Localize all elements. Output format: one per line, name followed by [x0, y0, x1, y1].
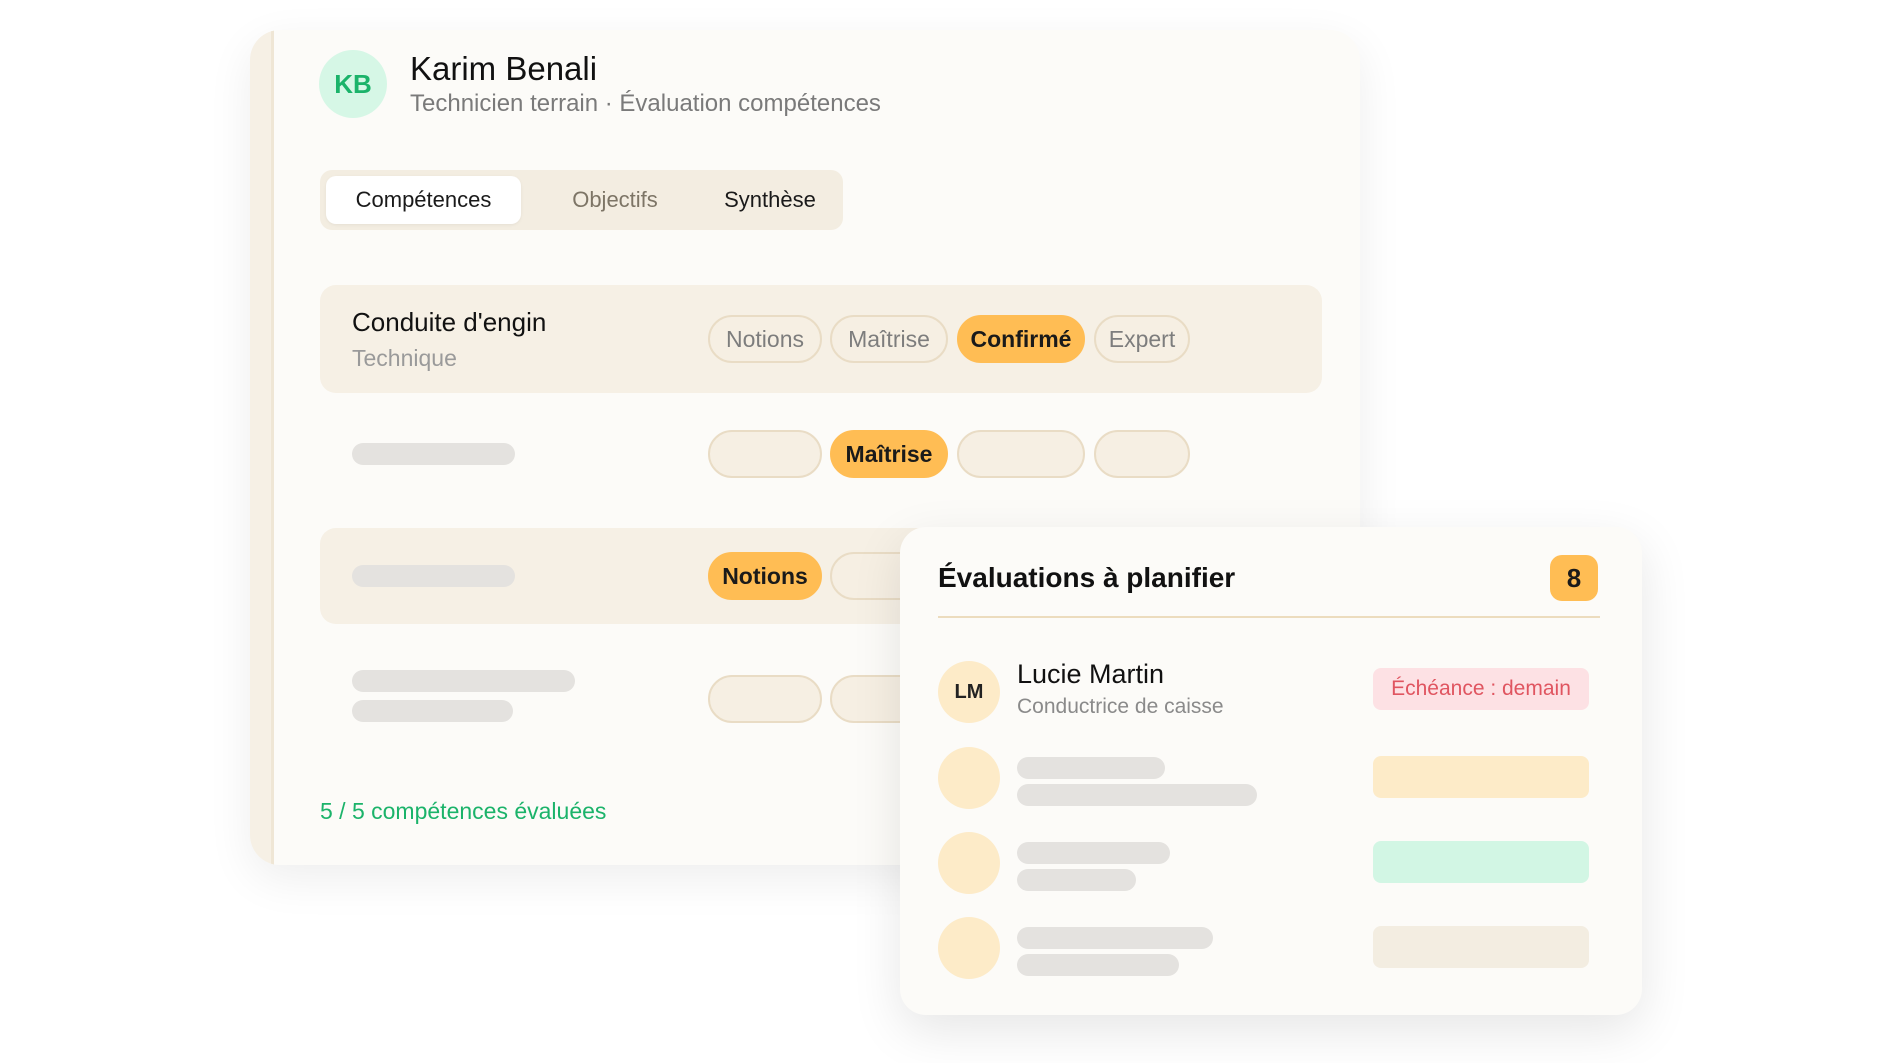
skeleton-text [1017, 842, 1170, 864]
tab-bar: Compétences Objectifs Synthèse [320, 170, 843, 230]
level-notions-button[interactable]: Notions [708, 552, 822, 600]
avatar [938, 917, 1000, 979]
person-name: Karim Benali [410, 50, 598, 87]
skeleton-text [352, 670, 575, 692]
entry-name[interactable]: Lucie Martin [1017, 659, 1164, 690]
tab-synthese[interactable]: Synthèse [700, 176, 840, 224]
count-badge: 8 [1550, 555, 1598, 601]
skeleton-text [352, 700, 513, 722]
skeleton-text [352, 443, 515, 465]
level-button[interactable] [708, 430, 822, 478]
tab-competences[interactable]: Compétences [326, 176, 521, 224]
level-button[interactable] [708, 675, 822, 723]
skeleton-text [1017, 757, 1165, 779]
status-badge [1373, 841, 1589, 883]
side-rail [250, 30, 274, 865]
entry-role: Conductrice de caisse [1017, 695, 1224, 718]
divider [938, 616, 1600, 618]
skeleton-text [1017, 927, 1213, 949]
avatar: KB [319, 50, 387, 118]
level-expert-button[interactable]: Expert [1094, 315, 1190, 363]
level-confirme-button[interactable]: Confirmé [957, 315, 1085, 363]
due-badge: Échéance : demain [1373, 668, 1589, 710]
skeleton-text [1017, 784, 1257, 806]
skill-name: Conduite d'engin [352, 307, 547, 337]
avatar [938, 747, 1000, 809]
skeleton-text [352, 565, 515, 587]
person-subtitle: Technicien terrain · Évaluation compéten… [410, 90, 881, 117]
level-notions-button[interactable]: Notions [708, 315, 822, 363]
skill-row: Conduite d'engin Technique Notions Maîtr… [320, 285, 1322, 393]
level-maitrise-button[interactable]: Maîtrise [830, 430, 948, 478]
skill-row: Maîtrise [320, 405, 1322, 503]
avatar: LM [938, 661, 1000, 723]
skeleton-text [1017, 954, 1179, 976]
level-button[interactable] [1094, 430, 1190, 478]
level-maitrise-button[interactable]: Maîtrise [830, 315, 948, 363]
tab-objectifs[interactable]: Objectifs [530, 176, 700, 224]
skill-category: Technique [352, 345, 457, 371]
panel-title: Évaluations à planifier [938, 562, 1236, 593]
skeleton-text [1017, 869, 1136, 891]
level-button[interactable] [957, 430, 1085, 478]
evaluated-count: 5 / 5 compétences évaluées [320, 798, 607, 824]
evaluations-panel: Évaluations à planifier 8 LM Lucie Marti… [900, 527, 1642, 1015]
avatar [938, 832, 1000, 894]
status-badge [1373, 756, 1589, 798]
status-badge [1373, 926, 1589, 968]
